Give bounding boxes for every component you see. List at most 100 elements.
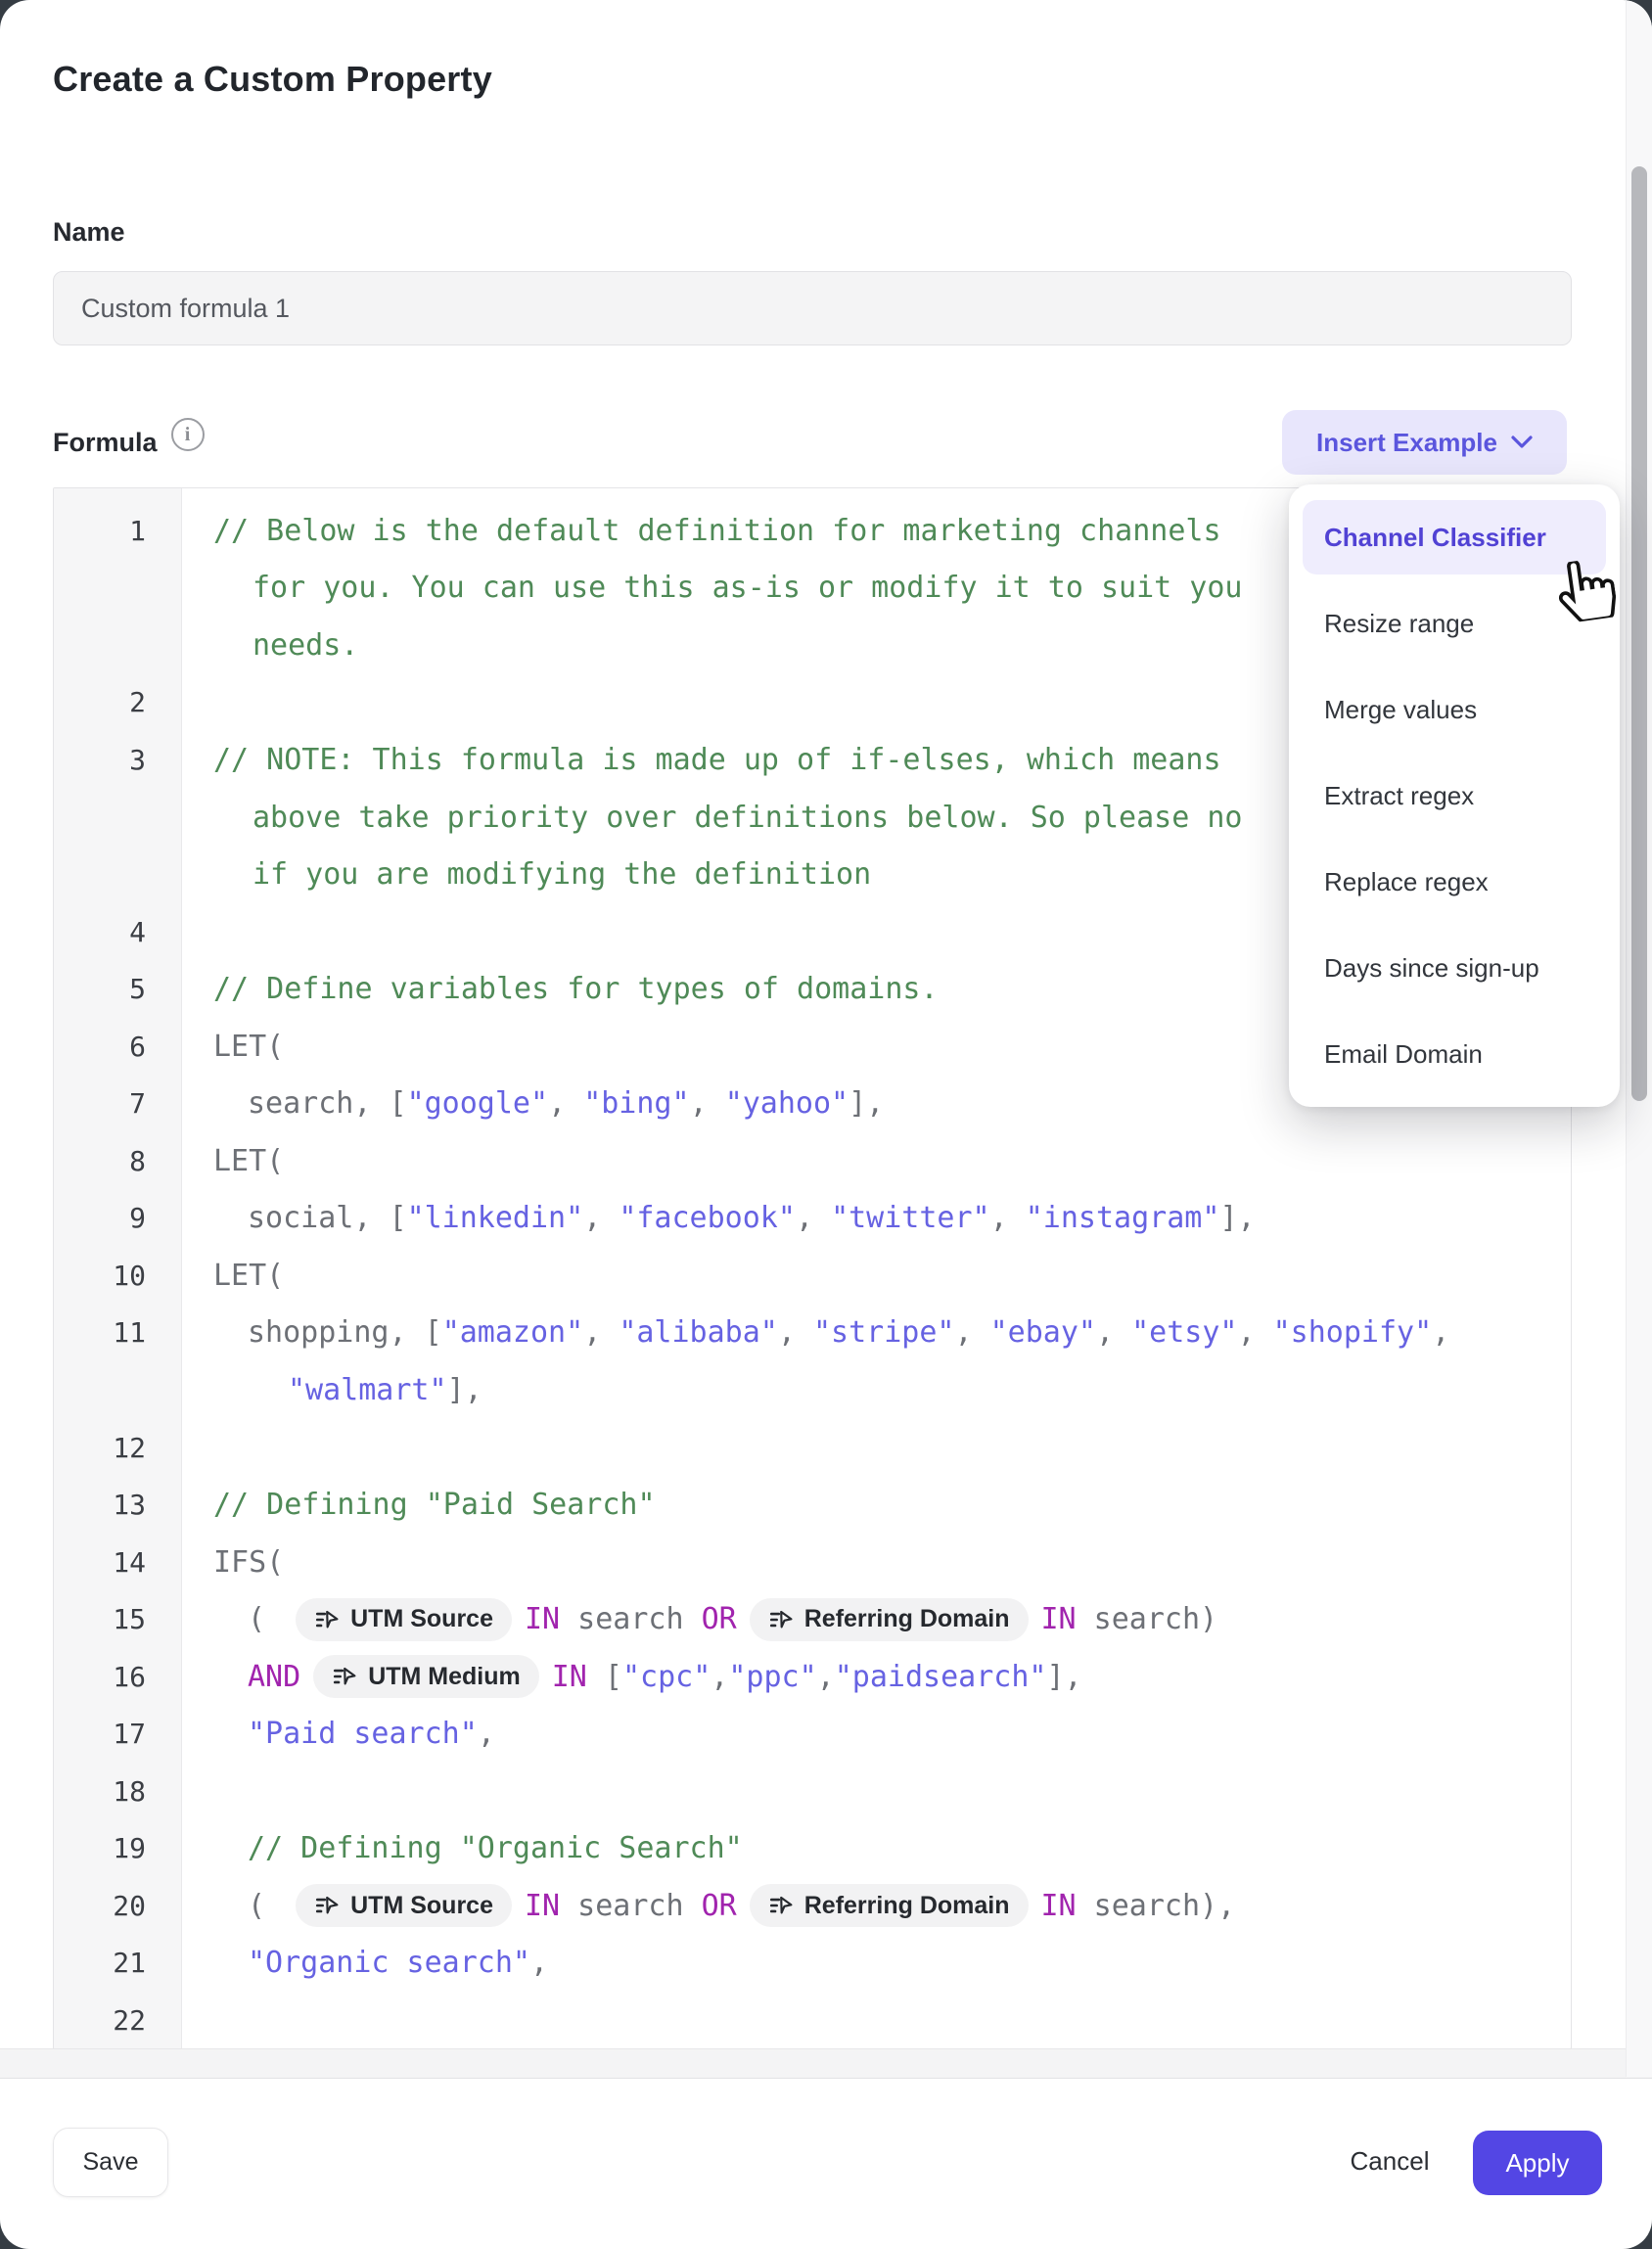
code-line: // Below is the default definition for m… xyxy=(181,514,1221,548)
code-token-string: "walmart" xyxy=(288,1373,447,1407)
code-token-keyword: IN xyxy=(525,1602,560,1636)
code-token-plain: , xyxy=(1096,1315,1131,1350)
code-token-plain: LET( xyxy=(213,1259,284,1293)
property-chip-label: UTM Source xyxy=(350,1892,493,1920)
code-token-string: "etsy" xyxy=(1131,1315,1237,1350)
code-token-string: "Paid search" xyxy=(248,1717,478,1751)
code-line: LET( xyxy=(181,1030,284,1064)
code-row: 15( UTM SourceIN search ORReferring Doma… xyxy=(54,1590,1571,1648)
line-number: 17 xyxy=(54,1718,181,1750)
property-chip[interactable]: UTM Source xyxy=(296,1598,512,1641)
code-line: // NOTE: This formula is made up of if-e… xyxy=(181,743,1221,777)
code-line: ( UTM SourceIN search ORReferring Domain… xyxy=(181,1598,1217,1641)
code-line: LET( xyxy=(181,1259,284,1293)
code-row: 12 xyxy=(54,1419,1571,1477)
code-token-keyword: IN xyxy=(1041,1602,1077,1636)
code-token-comment: // Define variables for types of domains… xyxy=(213,972,939,1006)
code-token-string: "alibaba" xyxy=(619,1315,778,1350)
menu-item-email-domain[interactable]: Email Domain xyxy=(1303,1017,1606,1091)
code-token-string: "google" xyxy=(407,1086,549,1121)
line-number: 6 xyxy=(54,1031,181,1063)
code-row: 13// Defining "Paid Search" xyxy=(54,1476,1571,1534)
code-row: 17"Paid search", xyxy=(54,1705,1571,1763)
modal-scrollbar-thumb[interactable] xyxy=(1631,166,1647,1101)
code-token-keyword: AND xyxy=(248,1660,300,1694)
apply-button[interactable]: Apply xyxy=(1473,2131,1602,2195)
code-line: "Paid search", xyxy=(181,1717,495,1751)
save-label: Save xyxy=(83,2148,139,2177)
dialog-title: Create a Custom Property xyxy=(53,59,492,100)
line-number: 16 xyxy=(54,1661,181,1693)
code-token-plain: , xyxy=(955,1315,990,1350)
code-token-plain: ], xyxy=(849,1086,884,1121)
code-row: 19 // Defining "Organic Search" xyxy=(54,1820,1571,1878)
code-token-plain: , xyxy=(530,1946,548,1980)
menu-item-replace-regex[interactable]: Replace regex xyxy=(1303,845,1606,919)
line-number: 22 xyxy=(54,2004,181,2037)
code-token-comment: // Defining "Paid Search" xyxy=(213,1488,656,1522)
code-line: social, ["linkedin", "facebook", "twitte… xyxy=(181,1201,1256,1235)
code-token-string: "paidsearch" xyxy=(835,1660,1047,1694)
code-token-string: "instagram" xyxy=(1026,1201,1220,1235)
line-number: 15 xyxy=(54,1603,181,1635)
code-token-plain: search), xyxy=(1077,1889,1236,1923)
property-icon xyxy=(768,1607,794,1632)
code-token-plain: , xyxy=(478,1717,495,1751)
code-token-plain: , xyxy=(990,1201,1026,1235)
menu-item-extract-regex[interactable]: Extract regex xyxy=(1303,758,1606,833)
line-number: 19 xyxy=(54,1832,181,1864)
code-token-comment: needs. xyxy=(252,628,358,663)
line-number: 8 xyxy=(54,1145,181,1177)
create-custom-property-dialog: Create a Custom Property Name Formula i … xyxy=(0,0,1652,2249)
code-token-plain: IFS( xyxy=(213,1545,284,1580)
code-token-plain: ], xyxy=(1046,1660,1081,1694)
line-number: 2 xyxy=(54,686,181,718)
code-line: above take priority over definitions bel… xyxy=(181,801,1242,835)
code-token-plain: ( xyxy=(248,1889,283,1923)
code-line: if you are modifying the definition xyxy=(181,857,871,892)
code-token-string: "bing" xyxy=(583,1086,689,1121)
insert-example-button[interactable]: Insert Example xyxy=(1282,410,1567,475)
line-number: 1 xyxy=(54,515,181,547)
line-number: 14 xyxy=(54,1546,181,1579)
code-line: for you. You can use this as-is or modif… xyxy=(181,571,1242,605)
code-line: shopping, ["amazon", "alibaba", "stripe"… xyxy=(181,1315,1449,1350)
code-token-string: "twitter" xyxy=(831,1201,990,1235)
menu-item-merge-values[interactable]: Merge values xyxy=(1303,672,1606,747)
code-token-plain: LET( xyxy=(213,1030,284,1064)
formula-label-row: Formula i xyxy=(53,428,205,458)
cancel-button[interactable]: Cancel xyxy=(1331,2128,1448,2195)
code-row: "walmart"], xyxy=(54,1361,1571,1419)
code-line: ( UTM SourceIN search ORReferring Domain… xyxy=(181,1884,1235,1927)
property-chip[interactable]: Referring Domain xyxy=(750,1884,1029,1927)
save-button[interactable]: Save xyxy=(53,2128,168,2197)
property-chip[interactable]: UTM Medium xyxy=(313,1655,539,1698)
code-token-plain: shopping, [ xyxy=(248,1315,442,1350)
code-token-plain: , xyxy=(1432,1315,1449,1350)
code-row: 11shopping, ["amazon", "alibaba", "strip… xyxy=(54,1305,1571,1362)
chevron-down-icon xyxy=(1511,436,1533,449)
property-icon xyxy=(314,1607,340,1632)
code-token-plain: [ xyxy=(587,1660,622,1694)
formula-label: Formula xyxy=(53,428,158,458)
property-chip-label: UTM Source xyxy=(350,1605,493,1633)
code-token-plain: ( xyxy=(248,1602,283,1636)
code-token-keyword: IN xyxy=(552,1660,587,1694)
code-token-comment: // Defining "Organic Search" xyxy=(248,1831,743,1865)
code-token-comment: for you. You can use this as-is or modif… xyxy=(252,571,1242,605)
code-token-string: "ebay" xyxy=(990,1315,1096,1350)
property-chip[interactable]: UTM Source xyxy=(296,1884,512,1927)
property-chip[interactable]: Referring Domain xyxy=(750,1598,1029,1641)
menu-item-days-since-sign-up[interactable]: Days since sign-up xyxy=(1303,931,1606,1005)
code-token-plain: , xyxy=(583,1315,619,1350)
code-token-string: "facebook" xyxy=(619,1201,796,1235)
name-input[interactable] xyxy=(53,271,1572,345)
code-token-plain: search, [ xyxy=(248,1086,407,1121)
editor-bottom-band xyxy=(0,2048,1652,2079)
info-icon[interactable]: i xyxy=(171,418,205,451)
code-token-plain: LET( xyxy=(213,1144,284,1178)
code-row: 18 xyxy=(54,1763,1571,1820)
property-chip-label: Referring Domain xyxy=(804,1605,1010,1633)
code-line: ANDUTM MediumIN ["cpc","ppc","paidsearch… xyxy=(181,1655,1082,1698)
code-token-plain: search xyxy=(560,1889,702,1923)
